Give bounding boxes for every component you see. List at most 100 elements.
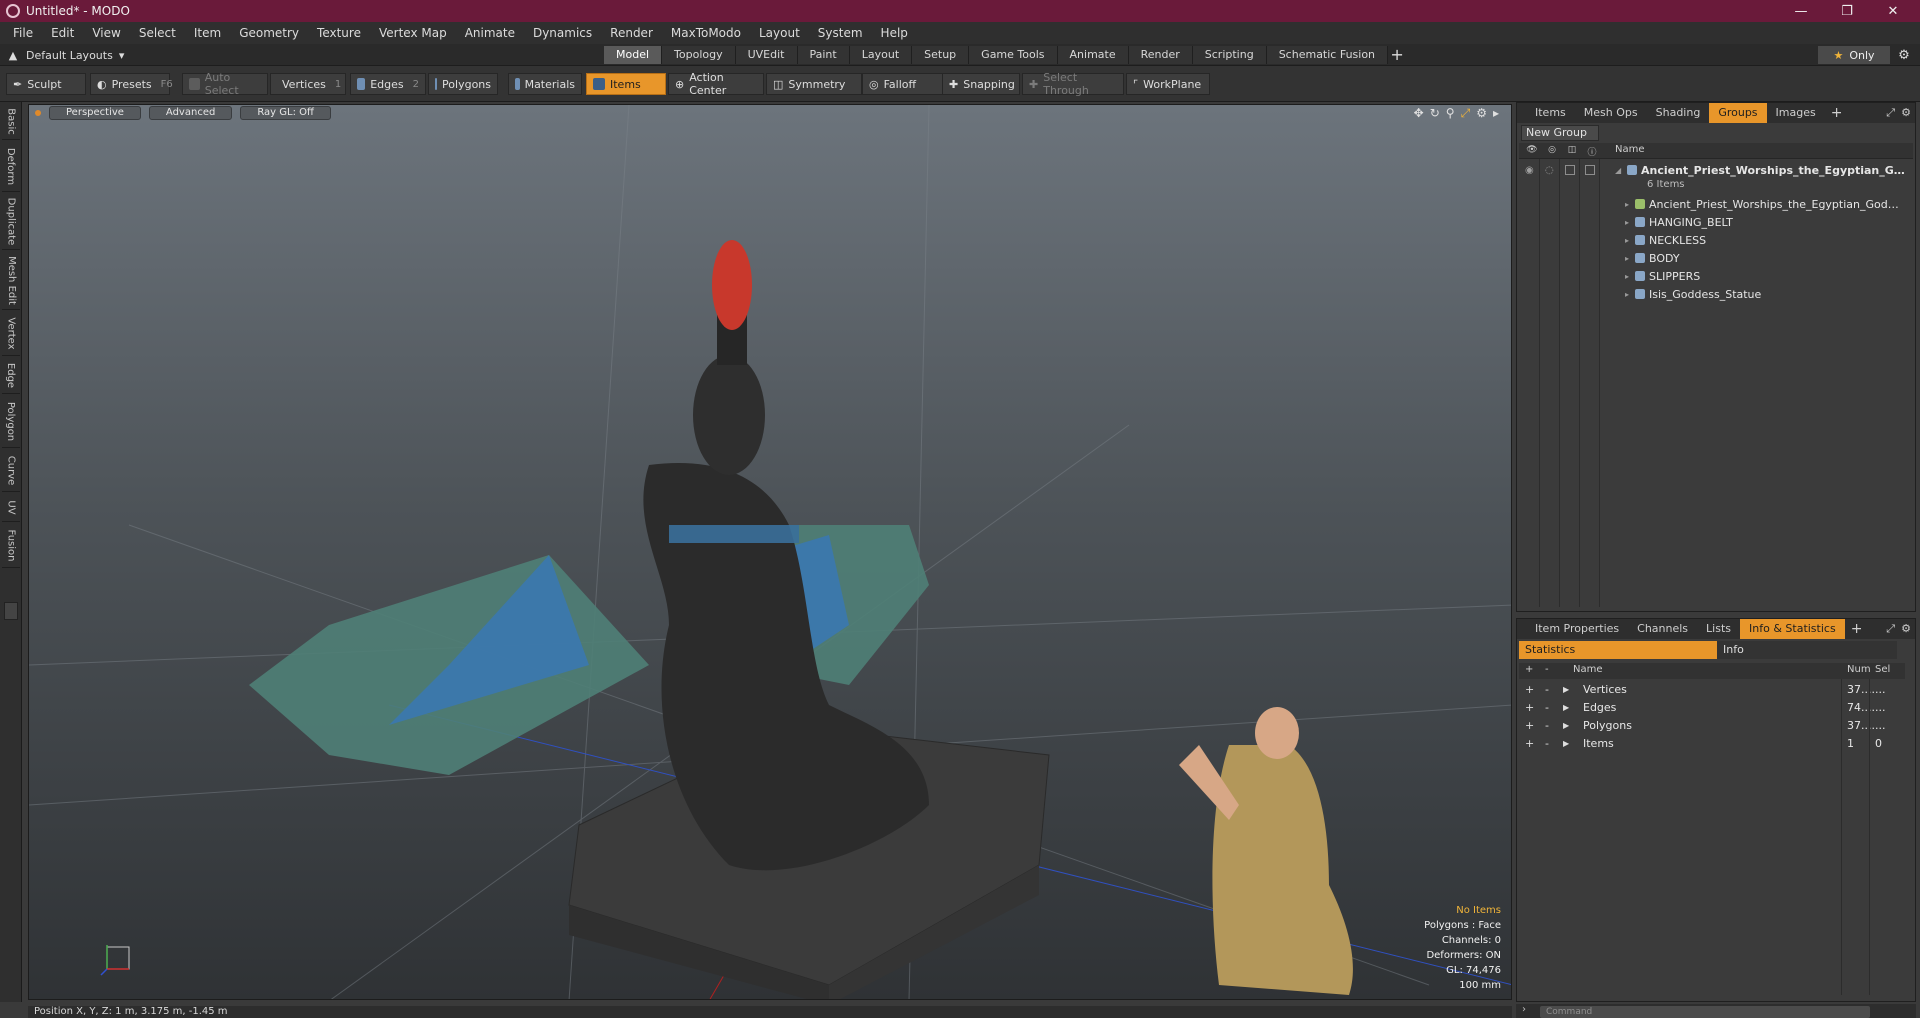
vtab-polygon[interactable]: Polygon [2,396,20,448]
panel-toggle[interactable] [4,602,18,620]
add-icon[interactable]: + [1525,719,1534,732]
table-row[interactable]: + - ▶ Edges 74.... ... [1519,699,1905,717]
sculpt-button[interactable]: ✒ Sculpt [6,73,86,95]
add-tab-icon[interactable]: + [1845,621,1869,637]
new-group-button[interactable]: New Group [1521,125,1599,141]
list-item[interactable]: ▸ Ancient_Priest_Worships_the_Egyptian_G… [1519,195,1905,213]
remove-icon[interactable]: - [1545,683,1549,696]
lock-column-icon[interactable]: ◫ [1565,145,1579,157]
materials-button[interactable]: Materials [508,73,582,95]
list-item[interactable]: ▸ BODY [1519,249,1905,267]
expand-arrow-icon[interactable]: ▶ [1563,721,1569,730]
tab-groups[interactable]: Groups [1709,103,1767,123]
vtab-deform[interactable]: Deform [2,142,20,192]
menu-select[interactable]: Select [130,26,185,40]
items-button[interactable]: Items [586,73,666,95]
edges-button[interactable]: Edges 2 [350,73,426,95]
menu-system[interactable]: System [809,26,872,40]
menu-edit[interactable]: Edit [42,26,83,40]
tab-setup[interactable]: Setup [912,46,970,64]
restore-icon[interactable]: ❐ [1824,0,1870,22]
table-row[interactable]: + - ▶ Vertices 37.... ... [1519,681,1905,699]
select-through-button[interactable]: ✚ Select Through [1022,71,1124,97]
menu-file[interactable]: File [4,26,42,40]
select-checkbox[interactable] [1585,165,1595,175]
tab-render[interactable]: Render [1128,46,1193,64]
menu-view[interactable]: View [83,26,129,40]
play-icon[interactable]: ▸ [1493,106,1499,121]
visibility-column-icon[interactable]: 👁 [1525,145,1539,157]
vtab-mesh-edit[interactable]: Mesh Edit [2,252,20,310]
default-layouts-dropdown[interactable]: ▲ Default Layouts ▾ [6,47,125,63]
expand-arrow-icon[interactable]: ▶ [1563,703,1569,712]
menu-maxtomodo[interactable]: MaxToModo [662,26,750,40]
viewport-menu-dot[interactable] [35,110,41,116]
snapping-button[interactable]: ✚ Snapping [942,73,1020,95]
tab-paint[interactable]: Paint [797,46,850,64]
menu-item[interactable]: Item [185,26,230,40]
tab-animate[interactable]: Animate [1057,46,1129,64]
vtab-basic[interactable]: Basic [2,104,20,140]
vertices-button[interactable]: Vertices 1 [270,73,346,95]
fit-icon[interactable]: ⤢ [1461,106,1471,121]
render-column-icon[interactable]: ◎ [1545,145,1559,157]
panel-gear-icon[interactable]: ⚙ [1901,622,1911,635]
add-icon[interactable]: + [1525,701,1534,714]
vtab-fusion[interactable]: Fusion [2,524,20,568]
vtab-duplicate[interactable]: Duplicate [2,194,20,250]
tab-topology[interactable]: Topology [662,46,736,64]
menu-geometry[interactable]: Geometry [230,26,308,40]
tab-mesh-ops[interactable]: Mesh Ops [1575,103,1647,123]
auto-select-button[interactable]: Auto Select [182,71,268,97]
menu-dynamics[interactable]: Dynamics [524,26,601,40]
symmetry-button[interactable]: ◫ Symmetry [766,73,862,95]
subtab-statistics[interactable]: Statistics [1519,641,1717,659]
tab-schematic-fusion[interactable]: Schematic Fusion [1266,46,1389,64]
expand-arrow-icon[interactable]: ▶ [1563,685,1569,694]
vtab-curve[interactable]: Curve [2,450,20,492]
menu-render[interactable]: Render [601,26,662,40]
close-icon[interactable]: ✕ [1870,0,1916,22]
collapse-arrow-icon[interactable]: ◢ [1615,166,1621,175]
add-icon[interactable]: + [1525,737,1534,750]
shading-button[interactable]: Advanced [148,106,233,120]
pan-icon[interactable]: ✥ [1414,106,1424,121]
list-item[interactable]: ▸ Isis_Goddess_Statue [1519,285,1905,303]
tab-info-statistics[interactable]: Info & Statistics [1740,619,1845,639]
expand-icon[interactable]: ⤢ [1886,106,1895,120]
tab-item-properties[interactable]: Item Properties [1517,619,1628,639]
tab-scripting[interactable]: Scripting [1192,46,1267,64]
raygl-button[interactable]: Ray GL: Off [240,106,331,120]
workplane-button[interactable]: ⌜ WorkPlane [1126,73,1210,95]
tab-images[interactable]: Images [1767,103,1825,123]
tab-lists[interactable]: Lists [1697,619,1740,639]
tab-channels[interactable]: Channels [1628,619,1697,639]
select-column-icon[interactable]: ⓘ [1585,145,1599,158]
collapse-all-header[interactable]: - [1545,664,1549,675]
falloff-button[interactable]: ◎ Falloff [862,73,946,95]
list-item[interactable]: ▸ SLIPPERS [1519,267,1905,285]
polygons-button[interactable]: Polygons [428,73,498,95]
tab-items[interactable]: Items [1517,103,1575,123]
menu-vertex-map[interactable]: Vertex Map [370,26,456,40]
tab-layout[interactable]: Layout [849,46,913,64]
eye-icon[interactable]: ◉ [1525,165,1534,176]
tab-game-tools[interactable]: Game Tools [969,46,1058,64]
list-item[interactable]: ▸ HANGING_BELT [1519,213,1905,231]
add-tab-icon[interactable]: + [1388,46,1406,64]
menu-help[interactable]: Help [872,26,917,40]
table-row[interactable]: + - ▶ Items 1 0 [1519,735,1905,753]
table-row[interactable]: + - ▶ Polygons 37.... ... [1519,717,1905,735]
expand-icon[interactable]: ⤢ [1886,622,1895,636]
collapse-up-icon[interactable]: ▲ [6,49,20,62]
tab-model[interactable]: Model [604,46,663,64]
remove-icon[interactable]: - [1545,737,1549,750]
command-input[interactable]: Command [1540,1006,1870,1018]
presets-button[interactable]: ◐ Presets F6 [90,73,173,95]
rotate-icon[interactable]: ↻ [1430,106,1440,121]
expand-arrow-icon[interactable]: ▶ [1563,739,1569,748]
viewport-settings-icon[interactable]: ⚙ [1476,106,1487,121]
minimize-icon[interactable]: — [1778,0,1824,22]
subtab-info[interactable]: Info [1717,641,1897,659]
only-button[interactable]: ★ Only [1818,46,1890,64]
